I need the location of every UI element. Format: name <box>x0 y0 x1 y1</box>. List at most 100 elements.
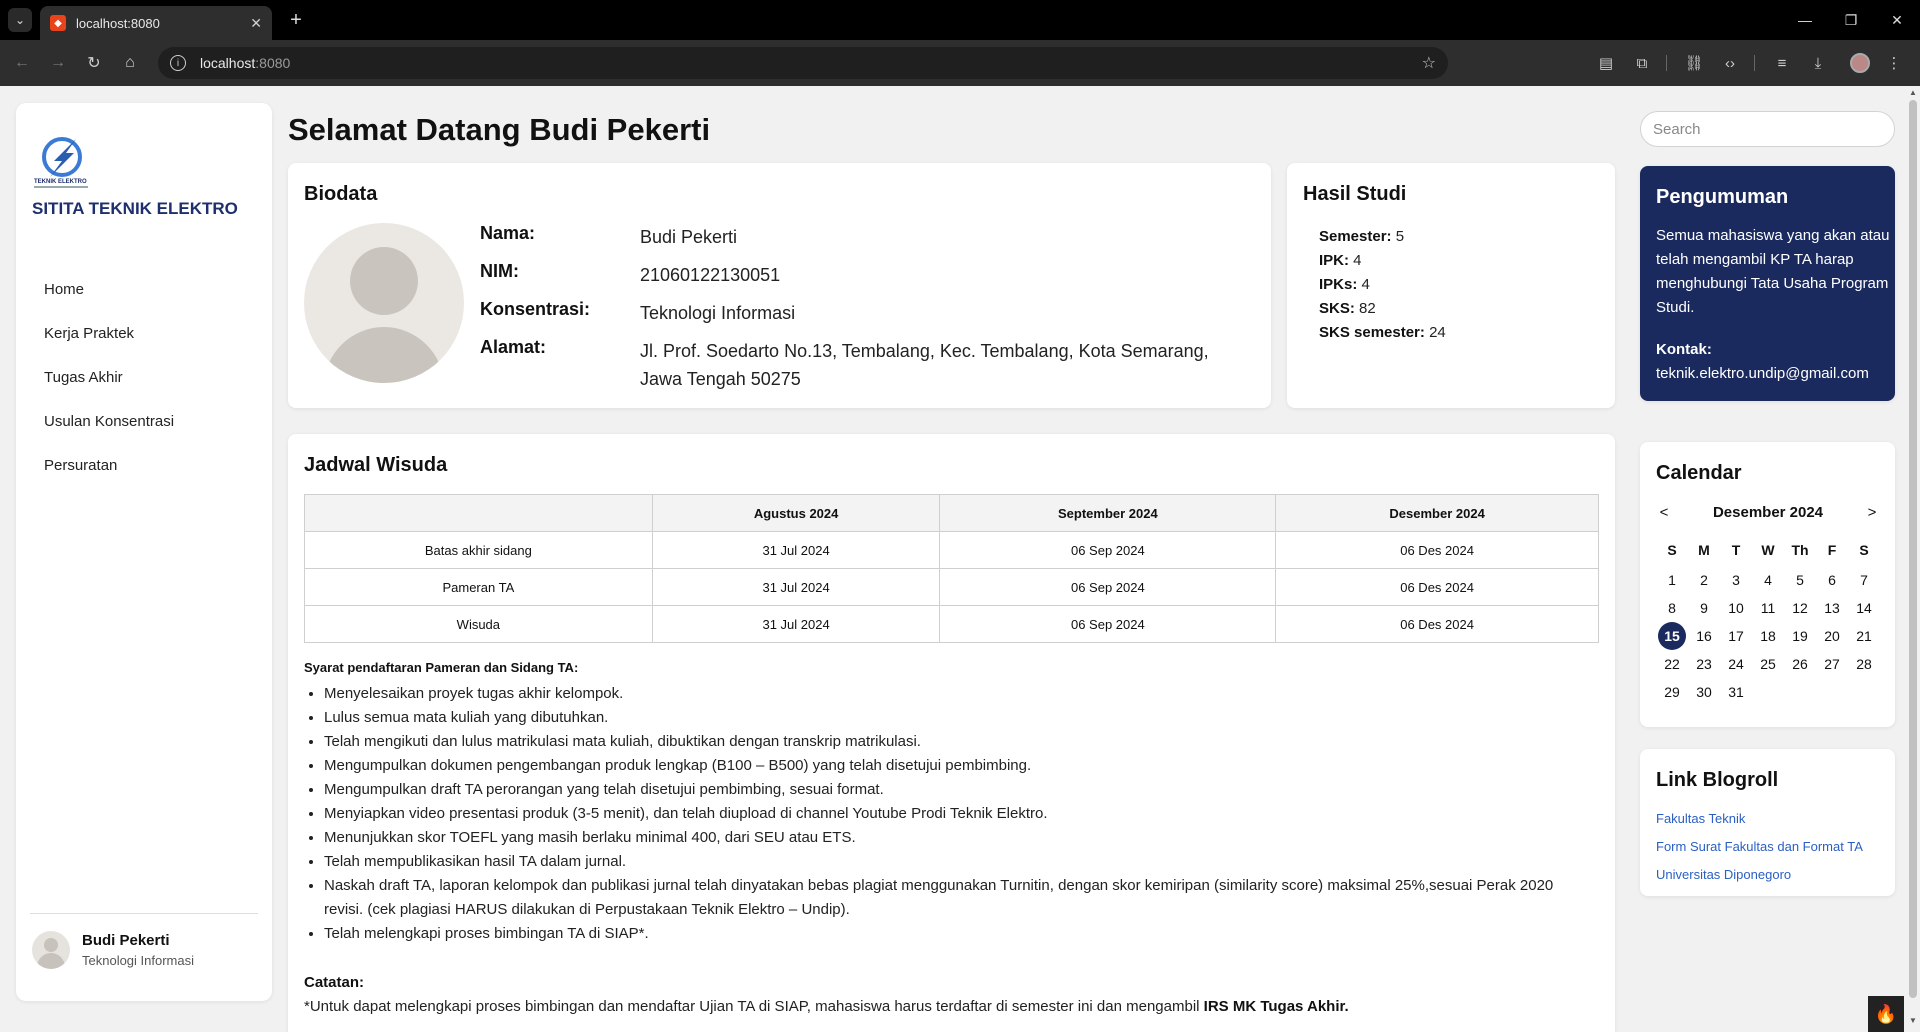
blogroll-link[interactable]: Universitas Diponegoro <box>1656 861 1863 889</box>
browser-menu-icon[interactable]: ⋮ <box>1882 51 1906 75</box>
reload-icon[interactable]: ↻ <box>82 51 106 75</box>
calendar-day[interactable]: 28 <box>1848 650 1880 678</box>
table-cell: Batas akhir sidang <box>304 531 653 569</box>
calendar-day[interactable]: 1 <box>1656 566 1688 594</box>
calendar-day[interactable]: 27 <box>1816 650 1848 678</box>
calendar-day[interactable]: 14 <box>1848 594 1880 622</box>
restore-icon[interactable]: ❐ <box>1836 8 1866 32</box>
list-item: Mengumpulkan dokumen pengembangan produk… <box>324 754 1594 778</box>
calendar-day[interactable]: 9 <box>1688 594 1720 622</box>
table-cell: 31 Jul 2024 <box>651 568 941 606</box>
scroll-up-icon[interactable]: ▲ <box>1909 88 1917 97</box>
tab-search-chevron-icon[interactable]: ⌄ <box>8 8 32 32</box>
biodata-title: Biodata <box>304 183 378 205</box>
extensions-puzzle-icon[interactable]: ⧉ <box>1630 51 1654 75</box>
home-icon[interactable]: ⌂ <box>118 51 142 75</box>
link-icon[interactable]: ⛓ <box>1682 51 1706 75</box>
calendar-day[interactable]: 24 <box>1720 650 1752 678</box>
prev-month-button[interactable]: < <box>1656 504 1672 521</box>
sidebar-item-persuratan[interactable]: Persuratan <box>44 455 174 499</box>
calendar-day[interactable]: 8 <box>1656 594 1688 622</box>
sidebar-item-home[interactable]: Home <box>44 279 174 323</box>
bookmark-star-icon[interactable]: ☆ <box>1422 53 1436 73</box>
blogroll-link[interactable]: Form Surat Fakultas dan Format TA <box>1656 833 1863 861</box>
sidebar-item-kerja-praktek[interactable]: Kerja Praktek <box>44 323 174 367</box>
blogroll-links: Fakultas Teknik Form Surat Fakultas dan … <box>1656 805 1863 889</box>
calendar-day[interactable]: 22 <box>1656 650 1688 678</box>
calendar-day[interactable]: 7 <box>1848 566 1880 594</box>
calendar-day[interactable]: 10 <box>1720 594 1752 622</box>
profile-avatar[interactable] <box>1850 53 1870 73</box>
calendar-day[interactable]: 26 <box>1784 650 1816 678</box>
back-icon[interactable]: ← <box>10 51 34 75</box>
tab-close-icon[interactable]: ✕ <box>250 15 262 32</box>
calendar-day[interactable]: 2 <box>1688 566 1720 594</box>
table-cell: Pameran TA <box>304 568 653 606</box>
calendar-day[interactable]: 23 <box>1688 650 1720 678</box>
calendar-card: Calendar < Desember 2024 > S M T W Th F S 1 2 3 4 5… <box>1640 442 1895 727</box>
url-text: localhost:8080 <box>200 55 291 71</box>
scroll-down-icon[interactable]: ▼ <box>1909 1016 1917 1025</box>
calendar-day[interactable]: 21 <box>1848 622 1880 650</box>
calendar-day[interactable]: 31 <box>1720 678 1752 706</box>
blogroll-link[interactable]: Fakultas Teknik <box>1656 805 1863 833</box>
bio-value: Teknologi Informasi <box>640 303 796 323</box>
calendar-day[interactable]: 3 <box>1720 566 1752 594</box>
list-item: Telah mengikuti dan lulus matrikulasi ma… <box>324 730 1594 754</box>
list-item: Naskah draft TA, laporan kelompok dan pu… <box>324 874 1594 922</box>
calendar-day[interactable]: 25 <box>1752 650 1784 678</box>
calendar-day[interactable]: 6 <box>1816 566 1848 594</box>
hasil-item-sks-semester: SKS semester: 24 <box>1319 324 1446 341</box>
calendar-day[interactable]: 5 <box>1784 566 1816 594</box>
address-bar[interactable]: i localhost:8080 ☆ <box>158 47 1448 79</box>
calendar-day[interactable]: 18 <box>1752 622 1784 650</box>
flame-icon[interactable]: 🔥 <box>1868 996 1904 1032</box>
next-month-button[interactable]: > <box>1864 504 1880 521</box>
calendar-day[interactable]: 4 <box>1752 566 1784 594</box>
table-cell: 31 Jul 2024 <box>651 531 941 569</box>
list-item: Lulus semua mata kuliah yang dibutuhkan. <box>324 706 1594 730</box>
app-title: SITITA TEKNIK ELEKTRO <box>32 199 238 218</box>
calendar-day[interactable]: 13 <box>1816 594 1848 622</box>
browser-tab[interactable]: ◆ localhost:8080 ✕ <box>40 6 272 40</box>
calendar-day[interactable]: 19 <box>1784 622 1816 650</box>
sidebar-item-tugas-akhir[interactable]: Tugas Akhir <box>44 367 174 411</box>
table-cell: 06 Sep 2024 <box>939 568 1277 606</box>
user-role: Teknologi Informasi <box>82 953 194 968</box>
search-input[interactable] <box>1640 111 1895 147</box>
column-header: Agustus 2024 <box>651 494 941 532</box>
weekday-label: S <box>1667 542 1677 558</box>
column-header: September 2024 <box>939 494 1277 532</box>
code-icon[interactable]: ‹› <box>1718 51 1742 75</box>
calendar-day[interactable]: 16 <box>1688 622 1720 650</box>
window-close-icon[interactable]: ✕ <box>1882 8 1912 32</box>
calendar-day[interactable]: 11 <box>1752 594 1784 622</box>
extension-doc-icon[interactable]: ▤ <box>1594 51 1618 75</box>
calendar-day-today[interactable]: 15 <box>1656 622 1688 650</box>
bio-value: Budi Pekerti <box>640 227 738 247</box>
reading-list-icon[interactable]: ≡ <box>1770 51 1794 75</box>
sidebar-item-usulan-konsentrasi[interactable]: Usulan Konsentrasi <box>44 411 174 455</box>
scroll-thumb[interactable] <box>1909 100 1917 998</box>
minimize-icon[interactable]: — <box>1790 8 1820 32</box>
page-scrollbar[interactable]: ▲ ▼ <box>1906 86 1920 1032</box>
hasil-studi-title: Hasil Studi <box>1303 183 1407 205</box>
site-info-icon[interactable]: i <box>170 55 186 71</box>
calendar-day[interactable]: 30 <box>1688 678 1720 706</box>
calendar-nav: < Desember 2024 > <box>1656 504 1880 521</box>
column-header: Desember 2024 <box>1275 494 1599 532</box>
table-cell: 06 Des 2024 <box>1275 568 1599 606</box>
sidebar-user[interactable]: Budi Pekerti Teknologi Informasi <box>32 931 194 969</box>
forward-icon[interactable]: → <box>46 51 70 75</box>
calendar-grid: S M T W Th F S 1 2 3 4 5 6 7 8 9 10 11 12 13 14 15 16 17 18 19 20 2… <box>1656 534 1880 706</box>
biodata-card: Biodata Nama: Budi Pekerti NIM: 21060122… <box>288 163 1271 408</box>
download-icon[interactable]: ⤓ <box>1806 51 1830 75</box>
bio-row-nim: NIM: 21060122130051 <box>480 261 1240 289</box>
weekday-label: M <box>1698 542 1710 558</box>
calendar-day[interactable]: 29 <box>1656 678 1688 706</box>
calendar-day[interactable]: 12 <box>1784 594 1816 622</box>
calendar-day[interactable]: 17 <box>1720 622 1752 650</box>
list-item: Telah mempublikasikan hasil TA dalam jur… <box>324 850 1594 874</box>
new-tab-icon[interactable]: + <box>284 8 308 32</box>
calendar-day[interactable]: 20 <box>1816 622 1848 650</box>
